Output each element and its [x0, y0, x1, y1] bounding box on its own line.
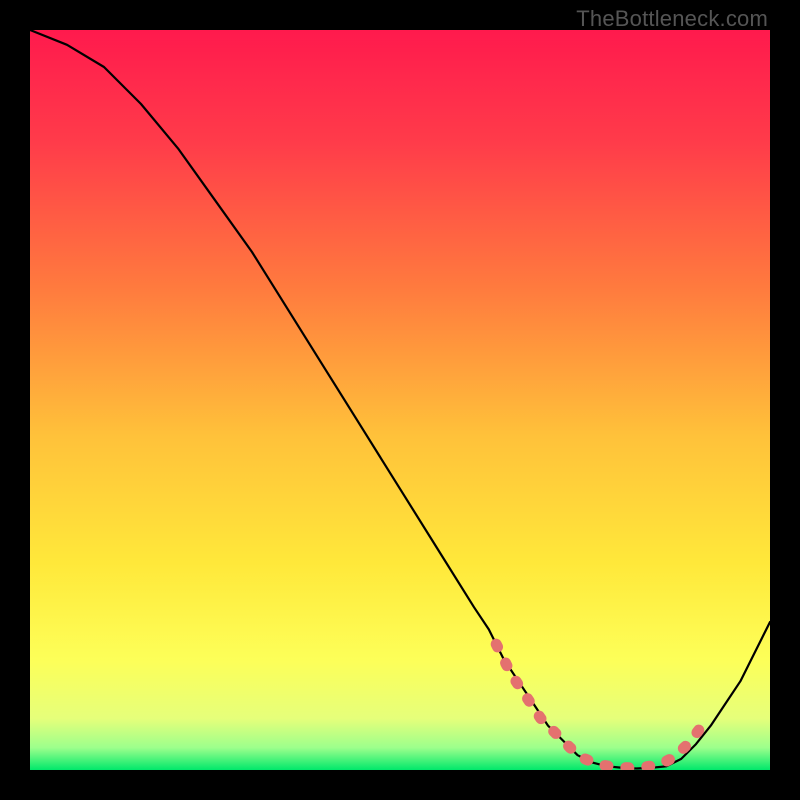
plot-area: [30, 30, 770, 770]
optimal-zone-overlay: [496, 644, 703, 768]
bottleneck-curve: [30, 30, 770, 769]
curve-layer: [30, 30, 770, 770]
bottleneck-chart: TheBottleneck.com: [0, 0, 800, 800]
watermark-text: TheBottleneck.com: [576, 6, 768, 32]
